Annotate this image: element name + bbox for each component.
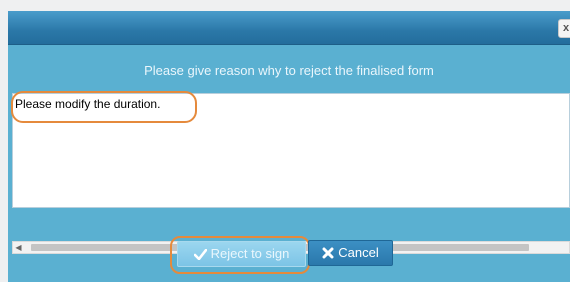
check-icon (193, 248, 207, 260)
close-icon: x (562, 22, 570, 34)
dialog-titlebar[interactable]: x (8, 11, 570, 45)
reject-button-label: Reject to sign (210, 246, 290, 261)
reject-to-sign-button[interactable]: Reject to sign (177, 241, 306, 267)
cancel-button-label: Cancel (338, 245, 379, 260)
reason-text-value[interactable]: Please modify the duration. (15, 97, 160, 112)
close-button[interactable]: x (558, 19, 570, 38)
reason-textarea[interactable]: Please modify the duration. (11, 91, 570, 208)
reject-reason-prompt: Please give reason why to reject the fin… (144, 63, 434, 78)
x-icon (322, 247, 334, 259)
arrow-left-icon[interactable]: ◀ (14, 243, 23, 252)
cancel-button[interactable]: Cancel (308, 240, 393, 266)
